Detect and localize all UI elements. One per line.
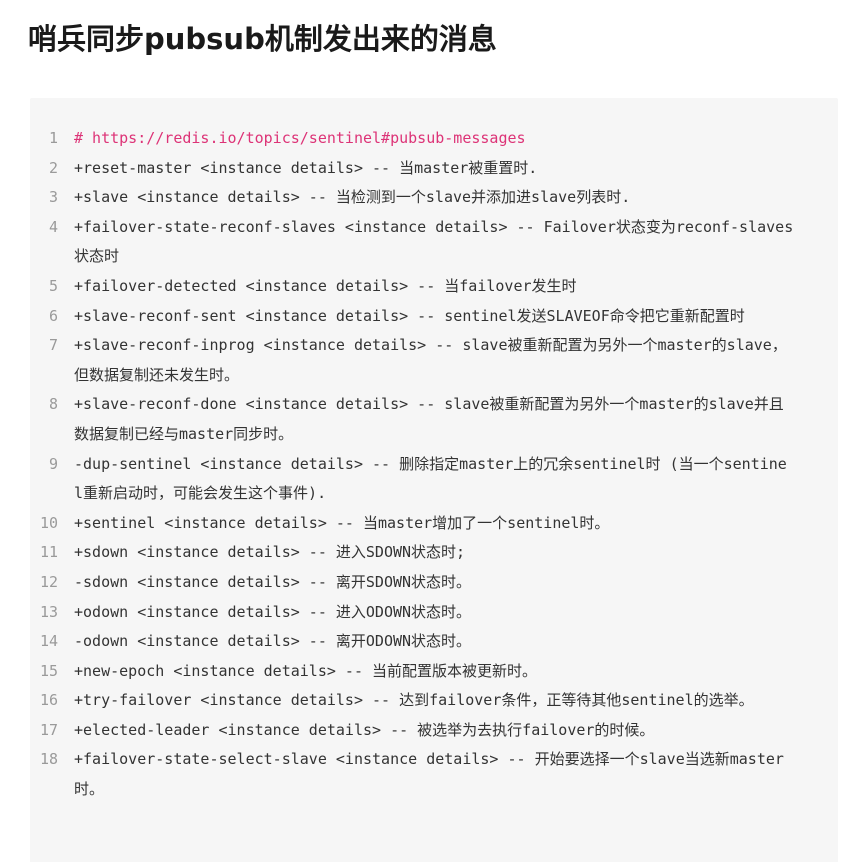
code-text: +failover-state-select-slave <instance d… bbox=[74, 750, 784, 799]
code-text: +sentinel <instance details> -- 当master增… bbox=[74, 513, 610, 532]
line-number: 17 bbox=[39, 720, 58, 739]
code-line: 11 +sdown <instance details> -- 进入SDOWN状… bbox=[30, 538, 838, 568]
code-text: +elected-leader <instance details> -- 被选… bbox=[74, 720, 655, 739]
code-line: 6 +slave-reconf-sent <instance details> … bbox=[30, 302, 838, 332]
code-text: -odown <instance details> -- 离开ODOWN状态时。 bbox=[74, 632, 472, 651]
line-number: 15 bbox=[39, 661, 58, 680]
code-line: 17 +elected-leader <instance details> --… bbox=[30, 716, 838, 746]
line-number: 3 bbox=[48, 188, 58, 207]
code-line: 9 -dup-sentinel <instance details> -- 删除… bbox=[30, 450, 838, 509]
line-number: 13 bbox=[39, 602, 58, 621]
code-line: 3 +slave <instance details> -- 当检测到一个sla… bbox=[30, 183, 838, 213]
line-number: 18 bbox=[39, 750, 58, 769]
page-title: 哨兵同步pubsub机制发出来的消息 bbox=[28, 22, 497, 56]
line-number: 4 bbox=[48, 217, 58, 236]
line-number: 12 bbox=[39, 572, 58, 591]
code-line: 15 +new-epoch <instance details> -- 当前配置… bbox=[30, 657, 838, 687]
code-text: -dup-sentinel <instance details> -- 删除指定… bbox=[74, 454, 787, 503]
code-text: +failover-state-reconf-slaves <instance … bbox=[74, 217, 794, 266]
line-number: 7 bbox=[48, 336, 58, 355]
code-line: 10 +sentinel <instance details> -- 当mast… bbox=[30, 509, 838, 539]
code-line: 12 -sdown <instance details> -- 离开SDOWN状… bbox=[30, 568, 838, 598]
page: 哨兵同步pubsub机制发出来的消息 1 # https://redis.io/… bbox=[0, 0, 865, 862]
code-line: 8 +slave-reconf-done <instance details> … bbox=[30, 390, 838, 449]
code-text: -sdown <instance details> -- 离开SDOWN状态时。 bbox=[74, 572, 472, 591]
code-text: +slave-reconf-inprog <instance details> … bbox=[74, 336, 787, 384]
code-text: +try-failover <instance details> -- 达到fa… bbox=[74, 691, 754, 710]
code-text: +odown <instance details> -- 进入ODOWN状态时。 bbox=[74, 602, 472, 621]
code-line: 16 +try-failover <instance details> -- 达… bbox=[30, 686, 838, 716]
line-number: 6 bbox=[48, 306, 58, 325]
code-text: +failover-detected <instance details> --… bbox=[74, 276, 577, 295]
code-line: 4 +failover-state-reconf-slaves <instanc… bbox=[30, 213, 838, 272]
line-number: 5 bbox=[48, 276, 58, 295]
code-block: 1 # https://redis.io/topics/sentinel#pub… bbox=[30, 98, 838, 862]
code-line: 2 +reset-master <instance details> -- 当m… bbox=[30, 154, 838, 184]
code-text: +reset-master <instance details> -- 当mas… bbox=[74, 158, 538, 177]
line-number: 16 bbox=[39, 691, 58, 710]
code-line: 13 +odown <instance details> -- 进入ODOWN状… bbox=[30, 598, 838, 628]
code-line: 14 -odown <instance details> -- 离开ODOWN状… bbox=[30, 627, 838, 657]
code-line: 1 # https://redis.io/topics/sentinel#pub… bbox=[30, 124, 838, 154]
line-number: 10 bbox=[39, 513, 58, 532]
line-number: 2 bbox=[48, 158, 58, 177]
code-text: +slave <instance details> -- 当检测到一个slave… bbox=[74, 188, 631, 207]
code-text: +slave-reconf-sent <instance details> --… bbox=[74, 306, 745, 325]
code-text: +sdown <instance details> -- 进入SDOWN状态时; bbox=[74, 543, 466, 562]
code-text: +slave-reconf-done <instance details> --… bbox=[74, 395, 784, 443]
code-line: 7 +slave-reconf-inprog <instance details… bbox=[30, 331, 838, 390]
line-number: 8 bbox=[48, 395, 58, 414]
line-number: 11 bbox=[39, 543, 58, 562]
line-number: 9 bbox=[48, 454, 58, 473]
code-line: 18 +failover-state-select-slave <instanc… bbox=[30, 745, 838, 804]
code-text: +new-epoch <instance details> -- 当前配置版本被… bbox=[74, 661, 538, 680]
code-line: 5 +failover-detected <instance details> … bbox=[30, 272, 838, 302]
line-number: 14 bbox=[39, 632, 58, 651]
line-number: 1 bbox=[48, 129, 58, 147]
code-comment-link[interactable]: # https://redis.io/topics/sentinel#pubsu… bbox=[74, 124, 794, 154]
